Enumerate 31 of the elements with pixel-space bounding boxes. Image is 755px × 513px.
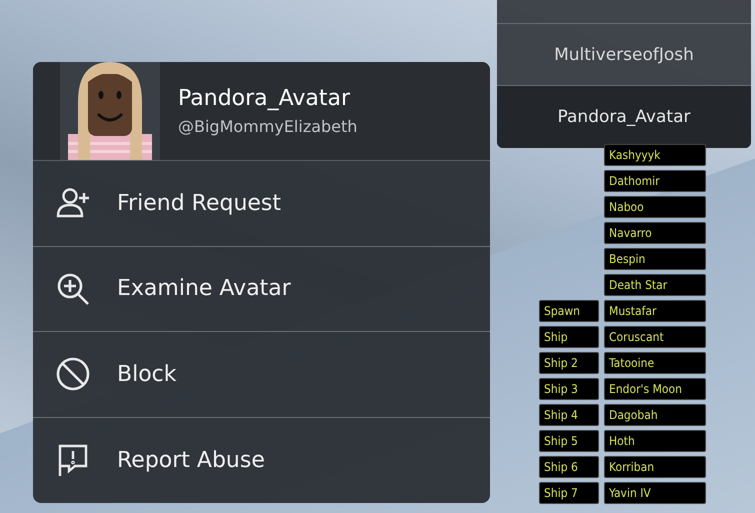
- planet-button[interactable]: Dagobah: [604, 404, 706, 426]
- ship-button[interactable]: Ship 3: [539, 378, 599, 400]
- planet-button[interactable]: Bespin: [604, 248, 706, 270]
- planet-button[interactable]: Death Star: [604, 274, 706, 296]
- planet-button[interactable]: Naboo: [604, 196, 706, 218]
- planet-button[interactable]: Endor's Moon: [604, 378, 706, 400]
- planet-button[interactable]: Yavin IV: [604, 482, 706, 504]
- username: @BigMommyElizabeth: [178, 117, 358, 136]
- planet-button[interactable]: Dathomir: [604, 170, 706, 192]
- ship-button[interactable]: Ship 7: [539, 482, 599, 504]
- ship-button[interactable]: Ship: [539, 326, 599, 348]
- menu-action[interactable]: Report Abuse: [33, 418, 490, 503]
- planet-button[interactable]: Mustafar: [604, 300, 706, 322]
- ship-button[interactable]: Ship 5: [539, 430, 599, 452]
- planet-button[interactable]: Navarro: [604, 222, 706, 244]
- menu-action[interactable]: Friend Request: [33, 161, 490, 246]
- planet-button[interactable]: Korriban: [604, 456, 706, 478]
- block-icon: [55, 356, 91, 392]
- ship-button[interactable]: Spawn: [539, 300, 599, 322]
- ship-button[interactable]: Ship 2: [539, 352, 599, 374]
- menu-action[interactable]: Examine Avatar: [33, 246, 490, 332]
- planet-button[interactable]: Tatooine: [604, 352, 706, 374]
- planet-button[interactable]: Hoth: [604, 430, 706, 452]
- display-name: Pandora_Avatar: [178, 86, 352, 111]
- ship-button[interactable]: Ship 6: [539, 456, 599, 478]
- menu-action[interactable]: Block: [33, 332, 490, 418]
- planet-button[interactable]: Kashyyyk: [604, 144, 706, 166]
- player-entry[interactable]: Pandora_Avatar: [497, 86, 751, 148]
- zoom-in-icon: [55, 270, 91, 307]
- ship-button[interactable]: Ship 4: [539, 404, 599, 426]
- planet-button[interactable]: Coruscant: [604, 326, 706, 348]
